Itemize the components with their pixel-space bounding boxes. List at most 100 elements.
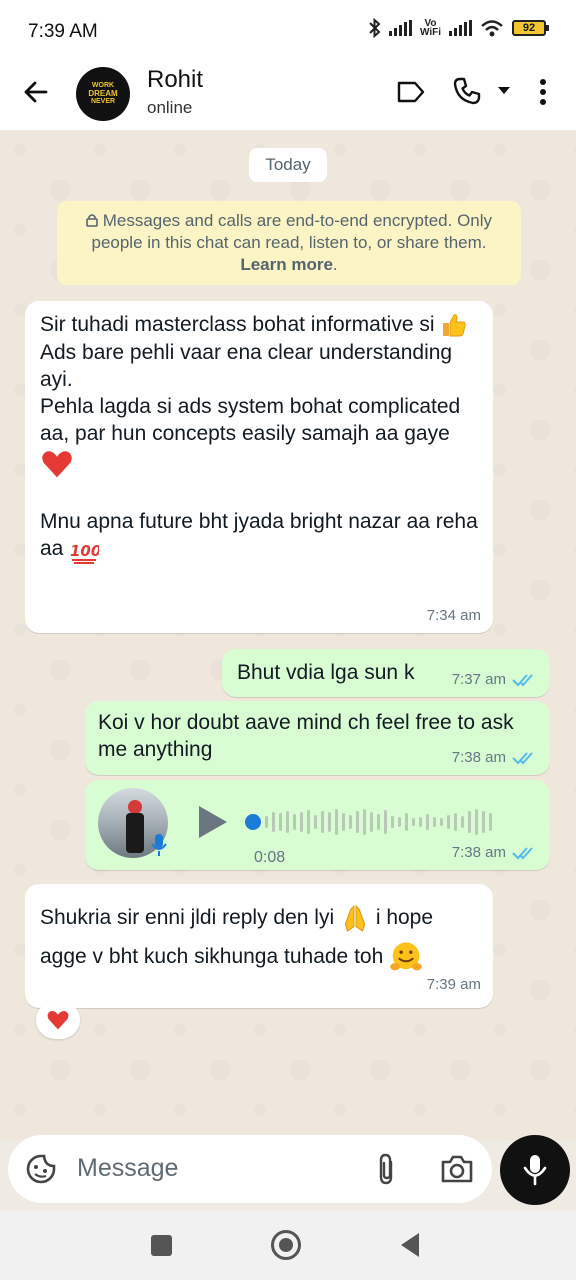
status-bar: 7:39 AM Vo WiFi 92 [0, 0, 576, 62]
message-bubble-incoming[interactable]: Sir tuhadi masterclass bohat informative… [25, 301, 493, 633]
message-text: Ads bare pehli vaar ena clear understand… [40, 341, 453, 392]
waveform-bar [433, 817, 436, 827]
waveform-bar [405, 813, 408, 831]
read-receipt-icon [512, 751, 533, 764]
message-composer[interactable]: Message [8, 1135, 492, 1203]
camera-icon[interactable] [440, 1154, 474, 1184]
waveform-bar [272, 812, 275, 832]
message-meta: 7:34 am [427, 602, 481, 629]
system-nav-bar [0, 1211, 576, 1280]
message-text: Sir tuhadi masterclass bohat informative… [40, 313, 435, 336]
message-text: i hope [375, 906, 434, 929]
contact-avatar[interactable]: WORK DREAM NEVER [76, 67, 130, 121]
waveform-bar [489, 813, 492, 831]
waveform-bar [468, 811, 471, 833]
waveform-bar [328, 812, 331, 832]
read-receipt-icon [512, 673, 533, 686]
back-arrow-icon[interactable] [20, 76, 52, 108]
playback-scrubber[interactable] [245, 814, 261, 830]
mic-icon [523, 1155, 547, 1186]
waveform-bar [454, 813, 457, 831]
recents-button[interactable] [151, 1235, 172, 1256]
play-icon[interactable] [199, 806, 227, 838]
signal-icon [388, 20, 412, 36]
message-bubble-incoming[interactable]: Shukria sir enni jldi reply den lyi i ho… [25, 884, 493, 1008]
folded-hands-emoji [344, 905, 366, 933]
waveform-bar [391, 816, 394, 828]
message-meta: 7:39 am [427, 965, 481, 1004]
waveform-bar [440, 818, 443, 826]
waveform-bar [363, 809, 366, 835]
hundred-points-emoji: 100 [70, 542, 99, 564]
encryption-notice[interactable]: Messages and calls are end-to-end encryp… [57, 201, 521, 285]
message-input[interactable]: Message [77, 1154, 178, 1183]
read-receipt-icon [512, 846, 533, 859]
waveform-bar [279, 813, 282, 831]
voice-message-bubble[interactable]: 0:08 7:38 am [85, 780, 550, 870]
status-time: 7:39 AM [28, 21, 98, 42]
waveform-bar [447, 815, 450, 829]
status-icons: Vo WiFi 92 [369, 18, 549, 38]
chat-header: WORK DREAM NEVER Rohit online [0, 62, 576, 130]
waveform-bar [286, 811, 289, 833]
message-bubble-outgoing[interactable]: Bhut vdia lga sun k 7:37 am [222, 649, 550, 697]
waveform-bar [384, 810, 387, 834]
contact-name[interactable]: Rohit [147, 66, 203, 94]
label-icon[interactable] [396, 80, 426, 104]
mic-icon [151, 834, 167, 856]
more-options-icon[interactable] [538, 78, 548, 106]
message-text: Mnu apna future bht jyada bright nazar a… [40, 510, 478, 561]
waveform-bar [377, 814, 380, 830]
learn-more-link[interactable]: Learn more [240, 255, 333, 274]
call-dropdown-icon[interactable] [497, 86, 511, 96]
waveform-bar [461, 816, 464, 828]
thumbs-up-emoji [443, 314, 467, 337]
waveform-bar [426, 814, 429, 830]
hugging-face-emoji [390, 942, 422, 971]
waveform-bar [265, 816, 268, 828]
message-text: Bhut vdia lga sun k [237, 661, 415, 684]
chat-area[interactable]: Today Messages and calls are end-to-end … [0, 130, 576, 1140]
phone-icon[interactable] [452, 76, 482, 106]
waveform-bar [398, 817, 401, 827]
waveform-bar [356, 811, 359, 833]
message-time: 7:39 am [426, 976, 481, 993]
lock-icon [86, 214, 98, 227]
svg-text:100: 100 [70, 542, 99, 560]
waveform-bar [342, 813, 345, 831]
home-button[interactable] [271, 1230, 301, 1260]
waveform-bar [412, 818, 415, 826]
sticker-icon[interactable] [25, 1153, 57, 1185]
message-text: Pehla lagda si ads system bohat complica… [40, 395, 461, 446]
back-nav-icon[interactable] [399, 1232, 421, 1258]
message-bubble-outgoing[interactable]: Koi v hor doubt aave mind ch feel free t… [85, 701, 550, 775]
waveform-bar [475, 809, 478, 835]
battery-icon: 92 [512, 20, 549, 36]
waveform-bar [293, 814, 296, 830]
waveform-bar [370, 812, 373, 832]
wifi-icon [481, 20, 503, 37]
message-meta: 7:38 am [452, 839, 538, 866]
waveform-bar [482, 811, 485, 833]
bluetooth-icon [369, 18, 381, 38]
voice-record-button[interactable] [500, 1135, 570, 1205]
red-heart-emoji [42, 451, 72, 478]
waveform-bar [335, 809, 338, 835]
message-text: Shukria sir enni jldi reply den lyi [40, 906, 335, 929]
waveform-bar [419, 817, 422, 827]
message-text: agge v bht kuch sikhunga tuhade toh [40, 945, 384, 968]
red-heart-icon [47, 1010, 69, 1030]
voice-duration: 0:08 [254, 849, 286, 866]
signal-icon-2 [449, 20, 472, 36]
message-time: 7:37 am [451, 671, 506, 688]
message-time: 7:38 am [451, 749, 506, 766]
message-reaction[interactable] [36, 1001, 80, 1039]
message-meta: 7:37 am [452, 666, 538, 693]
date-chip: Today [249, 148, 327, 182]
contact-status: online [147, 98, 193, 117]
attach-icon[interactable] [376, 1152, 398, 1186]
waveform-bar [314, 815, 317, 829]
waveform-bar [307, 810, 310, 834]
voice-waveform[interactable] [265, 806, 492, 838]
vowifi-icon: Vo WiFi [419, 18, 441, 38]
